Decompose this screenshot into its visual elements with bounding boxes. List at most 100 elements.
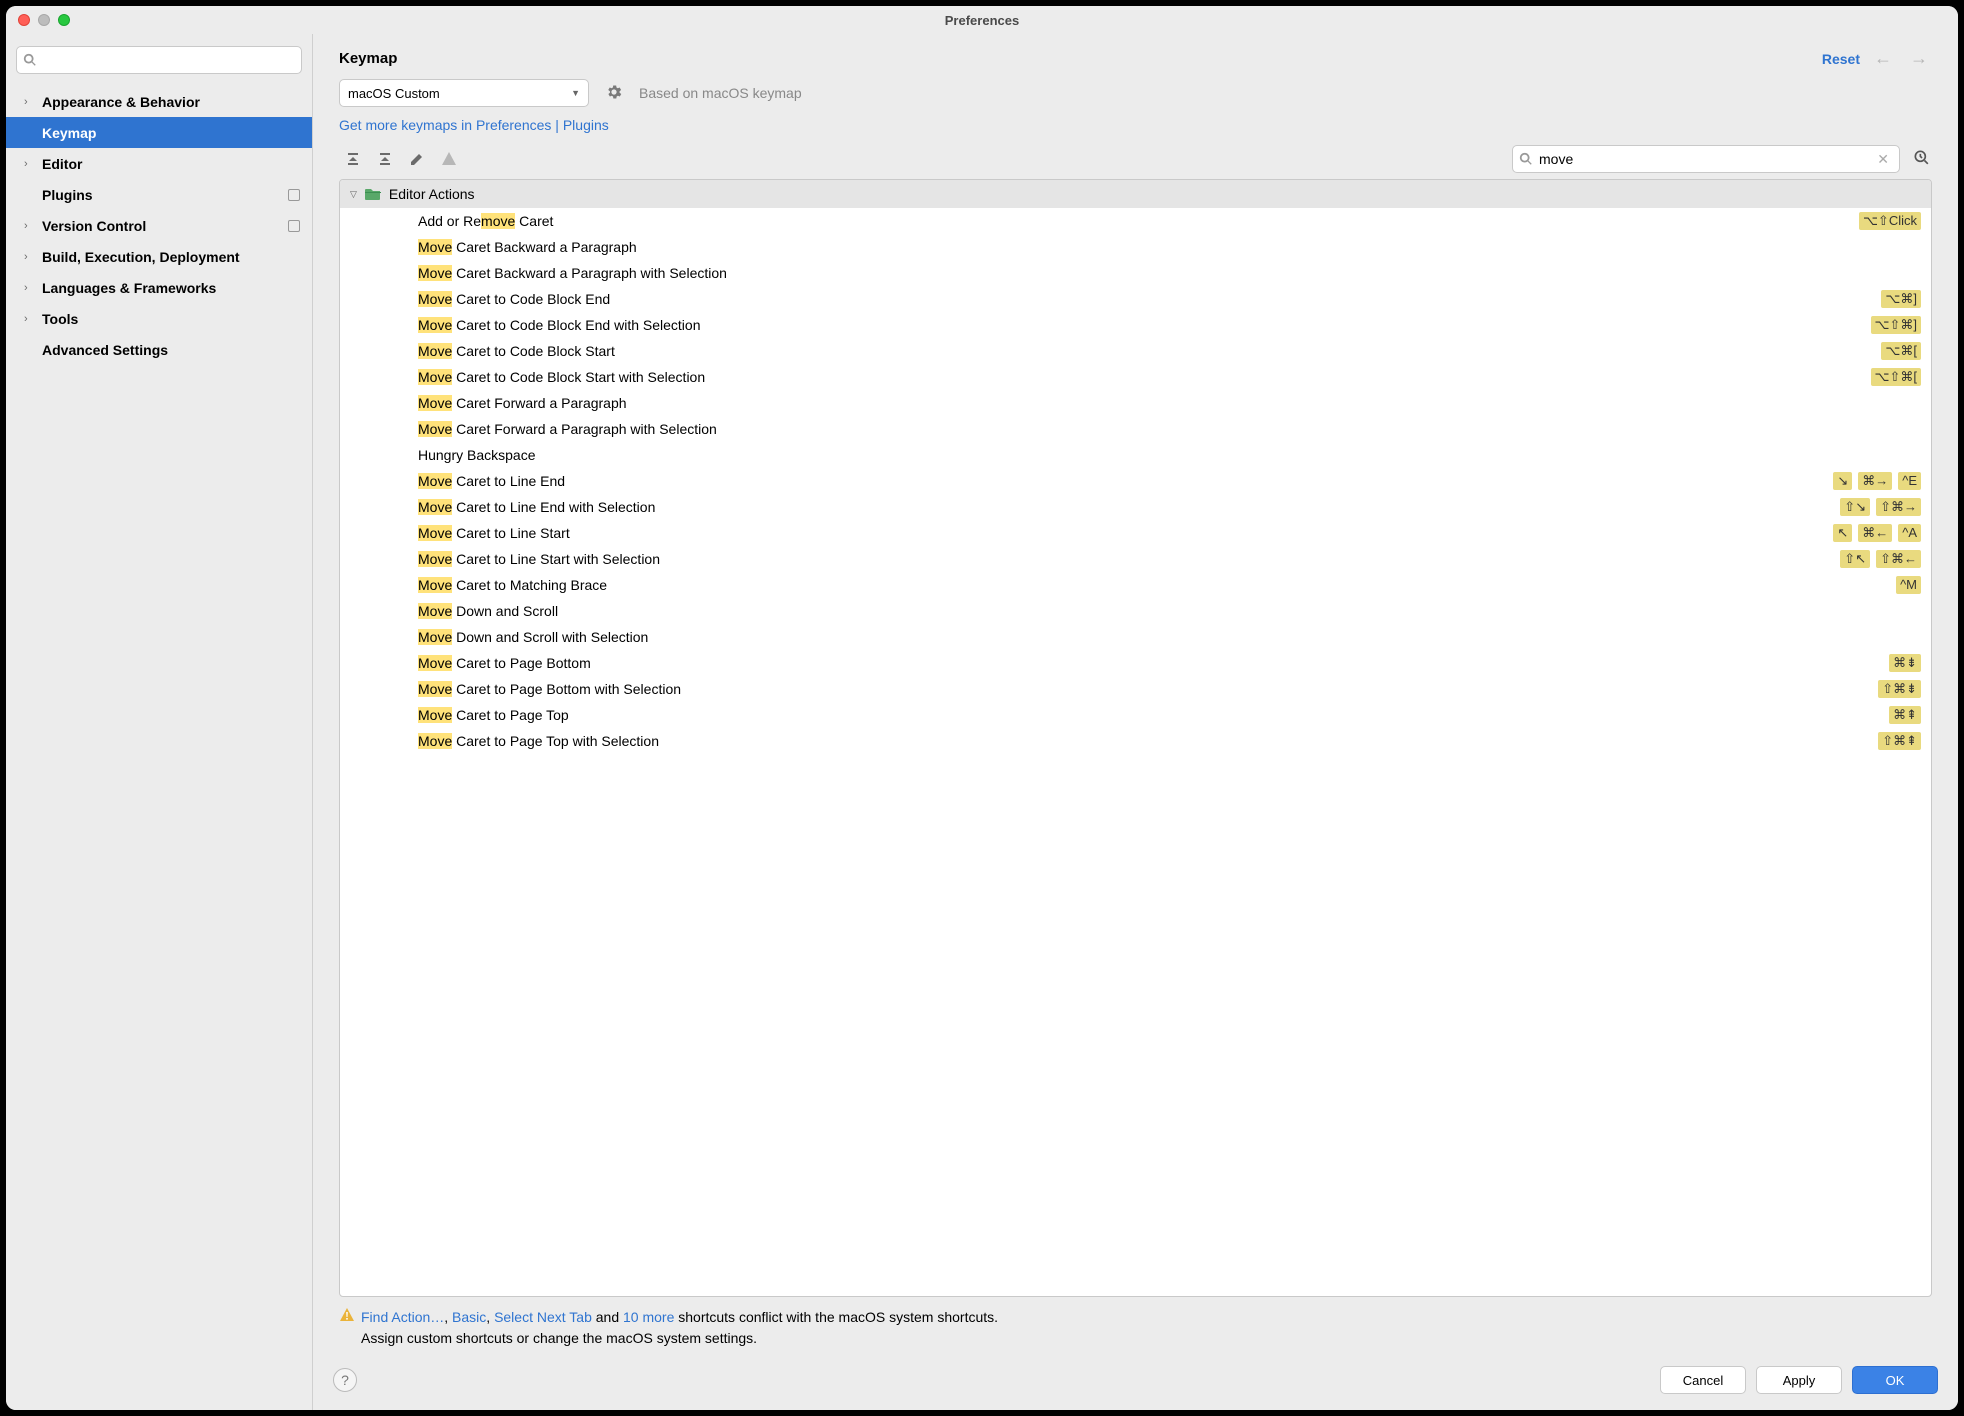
shortcut-badge: ⌥⇧⌘] [1871,316,1922,334]
action-row[interactable]: Move Caret to Code Block End⌥⌘] [340,286,1931,312]
sidebar-item[interactable]: ›Tools [6,303,312,334]
action-row[interactable]: Move Down and Scroll with Selection [340,624,1931,650]
action-row[interactable]: Move Caret Backward a Paragraph with Sel… [340,260,1931,286]
sidebar-nav: ›Appearance & BehaviorKeymap›EditorPlugi… [6,82,312,1410]
help-button[interactable]: ? [333,1368,357,1392]
action-row[interactable]: Move Caret Forward a Paragraph with Sele… [340,416,1931,442]
action-row[interactable]: Move Caret to Line End↘⌘→^E [340,468,1931,494]
sidebar-item-label: Appearance & Behavior [42,94,300,110]
group-header[interactable]: ▽ Editor Actions [340,180,1931,208]
sidebar-item[interactable]: ›Languages & Frameworks [6,272,312,303]
chevron-down-icon: ▽ [350,189,357,200]
shortcut-badge: ↘ [1833,472,1852,490]
action-row[interactable]: Move Caret Forward a Paragraph [340,390,1931,416]
forward-button[interactable]: → [1906,48,1932,69]
action-label: Move Caret Backward a Paragraph with Sel… [418,265,1921,281]
edit-shortcut-button[interactable] [403,147,431,171]
collapse-all-button[interactable] [371,147,399,171]
search-icon [1519,152,1533,166]
chevron-down-icon: ▼ [571,88,580,98]
get-more-keymaps-link[interactable]: Get more keymaps in Preferences | Plugin… [313,107,1958,145]
action-row[interactable]: Move Caret to Line Start with Selection⇧… [340,546,1931,572]
chevron-right-icon: › [24,220,36,232]
action-row[interactable]: Move Down and Scroll [340,598,1931,624]
conflict-link[interactable]: Basic [452,1309,486,1325]
shortcut-list: ⇧⌘⇟ [1878,680,1921,698]
find-by-shortcut-button[interactable] [1912,148,1932,171]
sidebar-item[interactable]: Keymap [6,117,312,148]
action-label: Move Caret to Line End with Selection [418,499,1840,515]
action-row[interactable]: Move Caret to Code Block Start with Sele… [340,364,1931,390]
conflict-link[interactable]: Find Action… [361,1309,444,1325]
ok-button[interactable]: OK [1852,1366,1938,1394]
conflicts-filter-button[interactable] [435,147,463,171]
conflict-link[interactable]: Select Next Tab [494,1309,592,1325]
action-label: Hungry Backspace [418,447,1921,463]
reset-link[interactable]: Reset [1822,51,1860,67]
sidebar-item-label: Build, Execution, Deployment [42,249,300,265]
based-on-label: Based on macOS keymap [639,85,802,101]
sidebar-item[interactable]: Advanced Settings [6,334,312,365]
preferences-window: Preferences ›Appearance & BehaviorKeymap… [6,6,1958,1410]
shortcut-list: ^M [1896,576,1921,594]
sidebar-search[interactable] [16,46,302,74]
shortcut-badge: ⌥⇧⌘[ [1871,368,1922,386]
action-search[interactable]: ✕ [1512,145,1900,173]
action-row[interactable]: Move Caret to Line End with Selection⇧↘⇧… [340,494,1931,520]
chevron-right-icon: › [24,282,36,294]
shortcut-list: ⌘⇞ [1889,706,1921,724]
action-label: Move Caret to Line Start [418,525,1833,541]
back-button[interactable]: ← [1870,48,1896,69]
action-row[interactable]: Hungry Backspace [340,442,1931,468]
action-label: Move Caret to Line End [418,473,1833,489]
action-label: Move Caret Backward a Paragraph [418,239,1921,255]
shortcut-list: ⌥⌘[ [1881,342,1921,360]
action-row[interactable]: Move Caret Backward a Paragraph [340,234,1931,260]
action-label: Move Down and Scroll with Selection [418,629,1921,645]
sidebar: ›Appearance & BehaviorKeymap›EditorPlugi… [6,34,313,1410]
warning-text: shortcuts conflict with the macOS system… [674,1309,998,1325]
action-label: Move Caret to Line Start with Selection [418,551,1840,567]
keymap-select[interactable]: macOS Custom ▼ [339,79,589,107]
action-row[interactable]: Move Caret to Page Top⌘⇞ [340,702,1931,728]
action-label: Move Caret to Page Bottom [418,655,1889,671]
sidebar-search-input[interactable] [41,53,295,68]
action-row[interactable]: Move Caret to Code Block Start⌥⌘[ [340,338,1931,364]
shortcut-badge: ⇧↖ [1840,550,1870,568]
search-icon [23,53,37,67]
gear-icon[interactable] [605,83,623,104]
shortcut-badge: ⇧↘ [1840,498,1870,516]
conflict-warning: Find Action…, Basic, Select Next Tab and… [313,1297,1958,1354]
apply-button[interactable]: Apply [1756,1366,1842,1394]
chevron-right-icon: › [24,313,36,325]
action-row[interactable]: Move Caret to Matching Brace^M [340,572,1931,598]
cancel-button[interactable]: Cancel [1660,1366,1746,1394]
sidebar-item[interactable]: › Version Control [6,210,312,241]
action-row[interactable]: Move Caret to Page Bottom⌘⇟ [340,650,1931,676]
expand-all-button[interactable] [339,147,367,171]
chevron-right-icon: › [24,251,36,263]
sidebar-item-label: Version Control [42,218,288,234]
sidebar-item[interactable]: ›Editor [6,148,312,179]
shortcut-badge: ⇧⌘← [1876,550,1921,568]
sidebar-item[interactable]: › Build, Execution, Deployment [6,241,312,272]
action-row[interactable]: Move Caret to Code Block End with Select… [340,312,1931,338]
modified-badge [288,220,300,232]
shortcut-list: ⇧↖ ⇧⌘← [1840,550,1921,568]
conflict-link[interactable]: 10 more [623,1309,674,1325]
action-row[interactable]: Move Caret to Page Top with Selection⇧⌘⇞ [340,728,1931,754]
shortcut-badge: ^A [1898,524,1921,542]
action-search-input[interactable] [1539,151,1873,167]
clear-search-button[interactable]: ✕ [1873,151,1893,168]
action-row[interactable]: Add or Remove Caret⌥⇧Click [340,208,1931,234]
action-label: Move Caret Forward a Paragraph with Sele… [418,421,1921,437]
sidebar-item[interactable]: Plugins [6,179,312,210]
action-label: Move Caret Forward a Paragraph [418,395,1921,411]
action-label: Move Caret to Code Block End with Select… [418,317,1871,333]
action-row[interactable]: Move Caret to Page Bottom with Selection… [340,676,1931,702]
action-label: Move Caret to Code Block Start with Sele… [418,369,1871,385]
modified-badge [288,189,300,201]
sidebar-item[interactable]: ›Appearance & Behavior [6,86,312,117]
chevron-right-icon: › [24,158,36,170]
action-row[interactable]: Move Caret to Line Start↖⌘←^A [340,520,1931,546]
